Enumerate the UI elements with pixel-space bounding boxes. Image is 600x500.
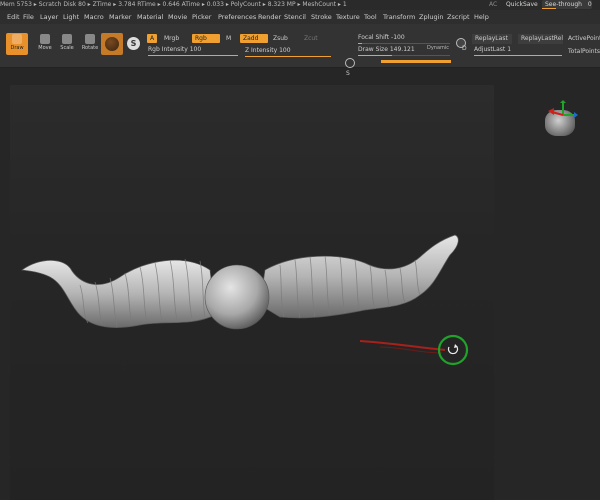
rgb-intensity-track[interactable] (148, 55, 238, 56)
focal-shift-track[interactable] (358, 43, 450, 44)
scale-button[interactable]: Scale (56, 33, 78, 55)
draw-size-value: 149.121 (389, 46, 415, 53)
dynamic-toggle[interactable]: Dynamic (427, 45, 449, 51)
center-sphere (204, 264, 270, 330)
menu-movie[interactable]: Movie (168, 10, 187, 24)
adjust-last-fill (474, 55, 562, 56)
menu-file[interactable]: File (23, 10, 34, 24)
focal-shift-icon (345, 58, 355, 68)
menu-macro[interactable]: Macro (84, 10, 104, 24)
focal-shift-slider[interactable]: Focal Shift -100 (358, 33, 405, 42)
adjust-last-slider[interactable]: AdjustLast 1 (474, 45, 511, 54)
menu-help[interactable]: Help (474, 10, 489, 24)
rotate-button[interactable]: Rotate (79, 33, 101, 55)
quicksave-button[interactable]: QuickSave (506, 0, 538, 10)
material-thumbnail[interactable] (101, 33, 123, 55)
see-through-label: See-through (545, 1, 582, 8)
menu-transform[interactable]: Transform (383, 10, 415, 24)
rotate-cursor-icon (447, 344, 459, 355)
total-points-label: TotalPoints: (568, 48, 600, 55)
top-shelf: Draw Move Scale Rotate S A Mrgb Rgb M Za… (0, 24, 600, 77)
see-through-slider[interactable]: See-through 0 (542, 0, 592, 9)
menu-material[interactable]: Material (137, 10, 163, 24)
gyro-icon[interactable] (548, 100, 578, 130)
zadd-toggle[interactable]: Zadd (240, 34, 268, 43)
adjust-last-track[interactable] (474, 55, 562, 56)
document-canvas[interactable] (10, 85, 494, 500)
zcut-toggle[interactable]: Zcut (301, 34, 321, 43)
menu-light[interactable]: Light (63, 10, 79, 24)
s-label: S (346, 70, 350, 77)
left-shelf (0, 68, 10, 500)
menu-texture[interactable]: Texture (336, 10, 360, 24)
menu-render[interactable]: Render (258, 10, 281, 24)
ac-label: AC (489, 1, 498, 8)
rotate-label: Rotate (81, 45, 99, 51)
see-through-fill (542, 8, 556, 9)
focal-shift-value: -100 (391, 34, 405, 41)
replay-last-button[interactable]: ReplayLast (472, 34, 512, 44)
move-label: Move (38, 45, 52, 51)
rgb-intensity-value: 100 (189, 46, 202, 53)
right-shelf (494, 68, 600, 500)
draw-size-indicator (381, 60, 451, 63)
rgb-intensity-slider[interactable]: Rgb Intensity 100 (148, 45, 201, 54)
scale-label: Scale (60, 45, 74, 51)
move-icon (40, 34, 50, 44)
replay-last-rel-button[interactable]: ReplayLastRel (518, 34, 563, 44)
menu-marker[interactable]: Marker (109, 10, 131, 24)
menu-preferences[interactable]: Preferences (218, 10, 256, 24)
zsub-toggle[interactable]: Zsub (270, 34, 291, 43)
menu-zscript[interactable]: Zscript (447, 10, 470, 24)
menu-bar: Edit File Layer Light Macro Marker Mater… (0, 10, 600, 24)
see-through-value: 0 (587, 1, 592, 8)
move-button[interactable]: Move (34, 33, 56, 55)
menu-picker[interactable]: Picker (192, 10, 211, 24)
menu-stencil[interactable]: Stencil (284, 10, 306, 24)
focal-shift-label: Focal Shift (358, 34, 390, 41)
z-intensity-track[interactable] (245, 56, 331, 57)
smooth-icon[interactable]: S (127, 37, 140, 50)
menu-edit[interactable]: Edit (7, 10, 20, 24)
left-horn (21, 259, 216, 328)
z-intensity-fill (245, 56, 331, 57)
menu-zplugin[interactable]: Zplugin (419, 10, 444, 24)
active-points-label: ActivePoints: (568, 35, 600, 42)
z-intensity-label: Z Intensity (245, 47, 278, 54)
draw-size-track[interactable] (358, 55, 450, 56)
draw-size-label: Draw Size (358, 46, 388, 53)
rotate-icon (85, 34, 95, 44)
focal-shift-fill (358, 43, 362, 44)
draw-button[interactable]: Draw (6, 33, 28, 55)
menu-stroke[interactable]: Stroke (311, 10, 332, 24)
stats-readout: Mem 5753 ▸ Scratch Disk 80 ▸ ZTime ▸ 3.7… (0, 1, 347, 8)
scale-icon (62, 34, 72, 44)
draw-icon (12, 34, 22, 44)
m-toggle[interactable]: M (223, 34, 234, 43)
draw-label: Draw (10, 45, 24, 51)
mrgb-toggle[interactable]: Mrgb (161, 34, 182, 43)
sculpt-model (21, 234, 469, 366)
status-bar: Mem 5753 ▸ Scratch Disk 80 ▸ ZTime ▸ 3.7… (0, 0, 600, 10)
rgb-intensity-fill (148, 55, 238, 56)
rgb-intensity-label: Rgb Intensity (148, 46, 188, 53)
menu-tool[interactable]: Tool (364, 10, 377, 24)
draw-size-fill (358, 55, 392, 56)
menu-layer[interactable]: Layer (40, 10, 58, 24)
adjust-last-label: AdjustLast (474, 46, 506, 53)
z-intensity-value: 100 (279, 47, 291, 54)
rgb-toggle[interactable]: Rgb (192, 34, 220, 43)
adjust-last-value: 1 (507, 46, 512, 53)
a-toggle[interactable]: A (147, 34, 158, 43)
z-intensity-slider[interactable]: Z Intensity 100 (245, 46, 291, 55)
d-label: D (462, 45, 467, 52)
draw-size-slider[interactable]: Draw Size 149.121 (358, 45, 415, 54)
